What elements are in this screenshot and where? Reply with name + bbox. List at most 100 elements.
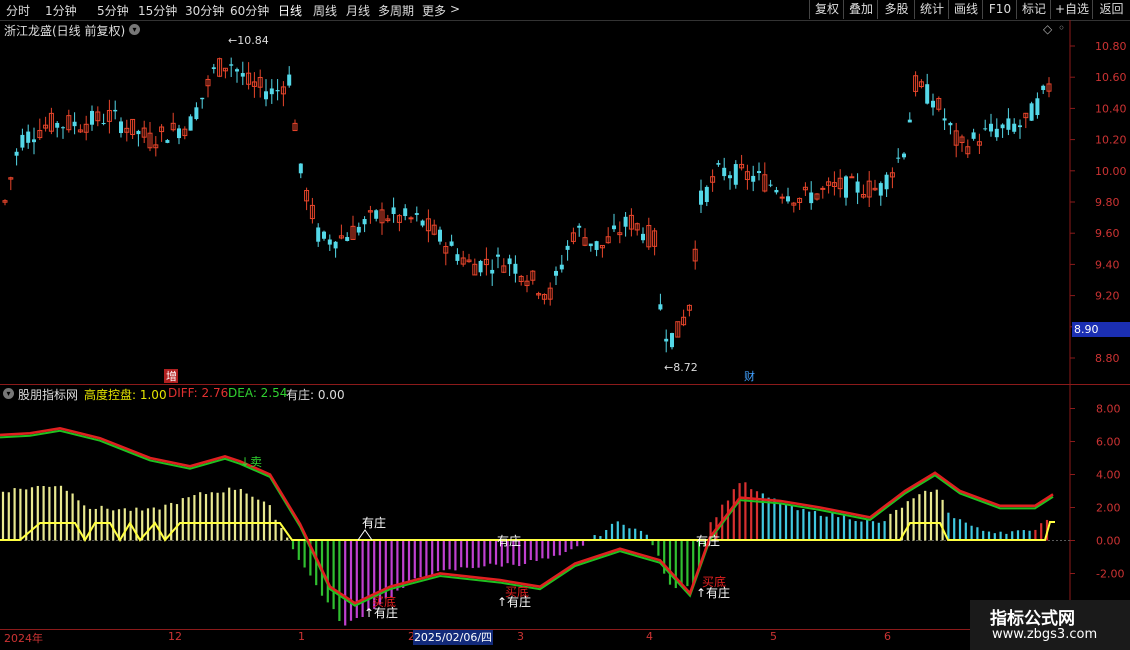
indicator-tick-label: -2.00: [1096, 568, 1124, 581]
candle-body: [664, 338, 669, 342]
candle-body: [612, 225, 616, 230]
candle-body: [414, 213, 419, 215]
indicator-tick-label: 6.00: [1096, 436, 1121, 449]
candle-body: [101, 123, 106, 125]
candle-body: [26, 131, 31, 143]
price-tick-label: 10.40: [1095, 102, 1127, 115]
dea-line: [0, 429, 1054, 607]
candle-body: [757, 171, 761, 174]
candle-body: [942, 118, 947, 121]
candle-body: [983, 128, 988, 130]
candle-body: [594, 241, 599, 250]
current-price-flag: 8.90: [1072, 322, 1130, 337]
candle-body: [751, 175, 756, 182]
candle-body: [849, 176, 855, 179]
candle-body: [449, 241, 454, 246]
candle-body: [658, 304, 663, 310]
candle-body: [1029, 103, 1034, 121]
candle-body: [322, 231, 326, 239]
diff-dea-lines: [0, 426, 1054, 607]
candle-body: [623, 216, 628, 227]
candle-body: [194, 107, 199, 120]
candle-body: [188, 116, 193, 131]
indicator-tick-label: 8.00: [1096, 403, 1121, 416]
kline-chart[interactable]: 10.8010.6010.4010.2010.009.809.609.409.2…: [0, 0, 1130, 650]
candle-body: [844, 176, 848, 198]
indicator-menu-icon[interactable]: ▾: [3, 388, 14, 399]
price-tick-label: 9.80: [1095, 196, 1120, 209]
watermark-url: www.zbgs3.com: [992, 627, 1098, 642]
price-tick-label: 9.60: [1095, 227, 1120, 240]
candle-body: [200, 97, 205, 100]
youzhuang-signal: ↑有庄: [364, 605, 398, 620]
candle-body: [269, 88, 274, 95]
candle-body: [1000, 124, 1005, 129]
indicator-item-control: 高度控盘: 1.00: [84, 388, 167, 402]
date-label: 6: [884, 630, 891, 643]
candle-body: [235, 69, 239, 72]
candle-body: [577, 225, 582, 228]
candle-body: [907, 119, 912, 123]
candle-body: [496, 254, 500, 257]
candle-body: [588, 243, 593, 247]
candle-body: [565, 245, 570, 250]
candle-body: [902, 153, 906, 158]
price-grid: 10.80 10.60 10.40 10.20 10.00 9.80 9.60 9.40 9.2…: [1070, 40, 1127, 581]
indicator-tick-label: 0.00: [1096, 535, 1121, 548]
candle-body: [61, 127, 65, 129]
candle-body: [670, 333, 674, 348]
candle-body: [733, 164, 738, 185]
candle-body: [455, 254, 460, 261]
candle-body: [728, 175, 732, 179]
date-label: 4: [646, 630, 653, 643]
candle-body: [809, 192, 814, 204]
candle-body: [316, 227, 321, 242]
candle-body: [896, 157, 901, 159]
candle-body: [1018, 125, 1022, 128]
indicator-item-dea: DEA: 2.54: [228, 386, 288, 400]
candle-body: [554, 270, 558, 276]
candle-body: [298, 163, 303, 174]
candle-body: [72, 121, 77, 127]
candle-body: [994, 128, 999, 138]
candle-body: [374, 210, 379, 219]
price-tick-label: 10.20: [1095, 134, 1127, 147]
sell-signal: ↓卖: [240, 455, 262, 469]
date-label: 12: [168, 630, 182, 643]
candle-body: [1006, 118, 1011, 130]
candle-body: [641, 233, 645, 241]
youzhuang-signal: ↑有庄: [696, 585, 730, 600]
candle-body: [507, 258, 512, 265]
indicator-item-youzhuang: 有庄: 0.00: [286, 388, 345, 402]
high-price-label: ←10.84: [228, 34, 269, 47]
candle-body: [177, 128, 181, 139]
price-tick-label: 10.60: [1095, 71, 1127, 84]
price-tick-label: 8.80: [1095, 352, 1120, 365]
candle-body: [408, 217, 414, 220]
candle-body: [345, 237, 350, 241]
candle-body: [716, 163, 721, 165]
candle-body: [1035, 98, 1040, 116]
candle-body: [722, 167, 727, 177]
candle-body: [165, 140, 170, 143]
candle-body: [403, 208, 408, 217]
candle-body: [55, 122, 60, 128]
candle-body: [32, 139, 36, 143]
candle-body: [478, 260, 483, 273]
youzhuang-marker: [357, 529, 373, 541]
candle-body: [119, 121, 123, 134]
candle-body: [1012, 123, 1017, 132]
price-tick-label: 10.80: [1095, 40, 1127, 53]
candle-body: [20, 134, 25, 148]
date-label: 3: [517, 630, 524, 643]
candle-body: [1041, 85, 1046, 91]
candle-body: [878, 183, 883, 196]
candle-body: [704, 186, 709, 202]
candle-body: [774, 189, 779, 193]
candle-body: [768, 184, 773, 186]
candle-body: [113, 109, 118, 112]
candle-body: [989, 123, 993, 132]
candle-body: [699, 190, 703, 205]
candle-body: [779, 196, 785, 199]
candle-body: [438, 229, 442, 242]
